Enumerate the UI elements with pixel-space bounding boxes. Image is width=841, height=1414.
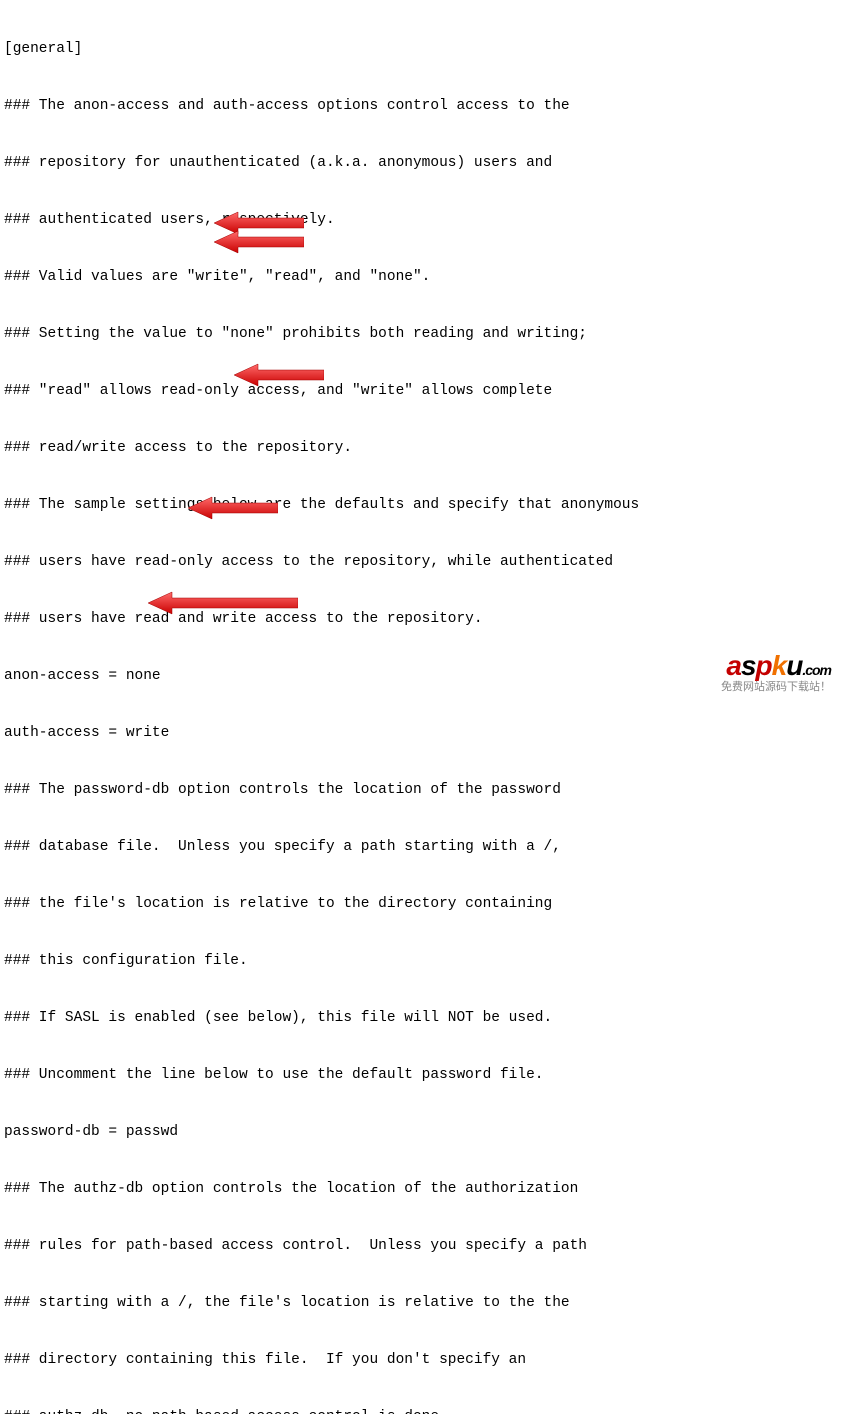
config-line: ### Uncomment the line below to use the … bbox=[4, 1066, 837, 1085]
config-line: ### users have read-only access to the r… bbox=[4, 553, 837, 572]
config-line: ### The authz-db option controls the loc… bbox=[4, 1180, 837, 1199]
config-line: ### database file. Unless you specify a … bbox=[4, 838, 837, 857]
config-line: ### directory containing this file. If y… bbox=[4, 1351, 837, 1370]
config-line: ### If SASL is enabled (see below), this… bbox=[4, 1009, 837, 1028]
config-line: ### The sample settings below are the de… bbox=[4, 496, 837, 515]
config-file-editor[interactable]: [general] ### The anon-access and auth-a… bbox=[4, 2, 837, 1414]
config-line: ### authenticated users, respectively. bbox=[4, 211, 837, 230]
anon-access-line: anon-access = none bbox=[4, 667, 837, 686]
config-line: ### The password-db option controls the … bbox=[4, 781, 837, 800]
config-line: ### users have read and write access to … bbox=[4, 610, 837, 629]
config-line: ### this configuration file. bbox=[4, 952, 837, 971]
config-line: ### read/write access to the repository. bbox=[4, 439, 837, 458]
config-line: ### starting with a /, the file's locati… bbox=[4, 1294, 837, 1313]
config-line: ### rules for path-based access control.… bbox=[4, 1237, 837, 1256]
config-line: ### The anon-access and auth-access opti… bbox=[4, 97, 837, 116]
auth-access-line: auth-access = write bbox=[4, 724, 837, 743]
config-line: ### authz-db, no path-based access contr… bbox=[4, 1408, 837, 1414]
config-line: ### Valid values are "write", "read", an… bbox=[4, 268, 837, 287]
config-line: ### "read" allows read-only access, and … bbox=[4, 382, 837, 401]
config-line: ### the file's location is relative to t… bbox=[4, 895, 837, 914]
config-line: ### repository for unauthenticated (a.k.… bbox=[4, 154, 837, 173]
config-line: [general] bbox=[4, 40, 837, 59]
config-line: ### Setting the value to "none" prohibit… bbox=[4, 325, 837, 344]
password-db-line: password-db = passwd bbox=[4, 1123, 837, 1142]
